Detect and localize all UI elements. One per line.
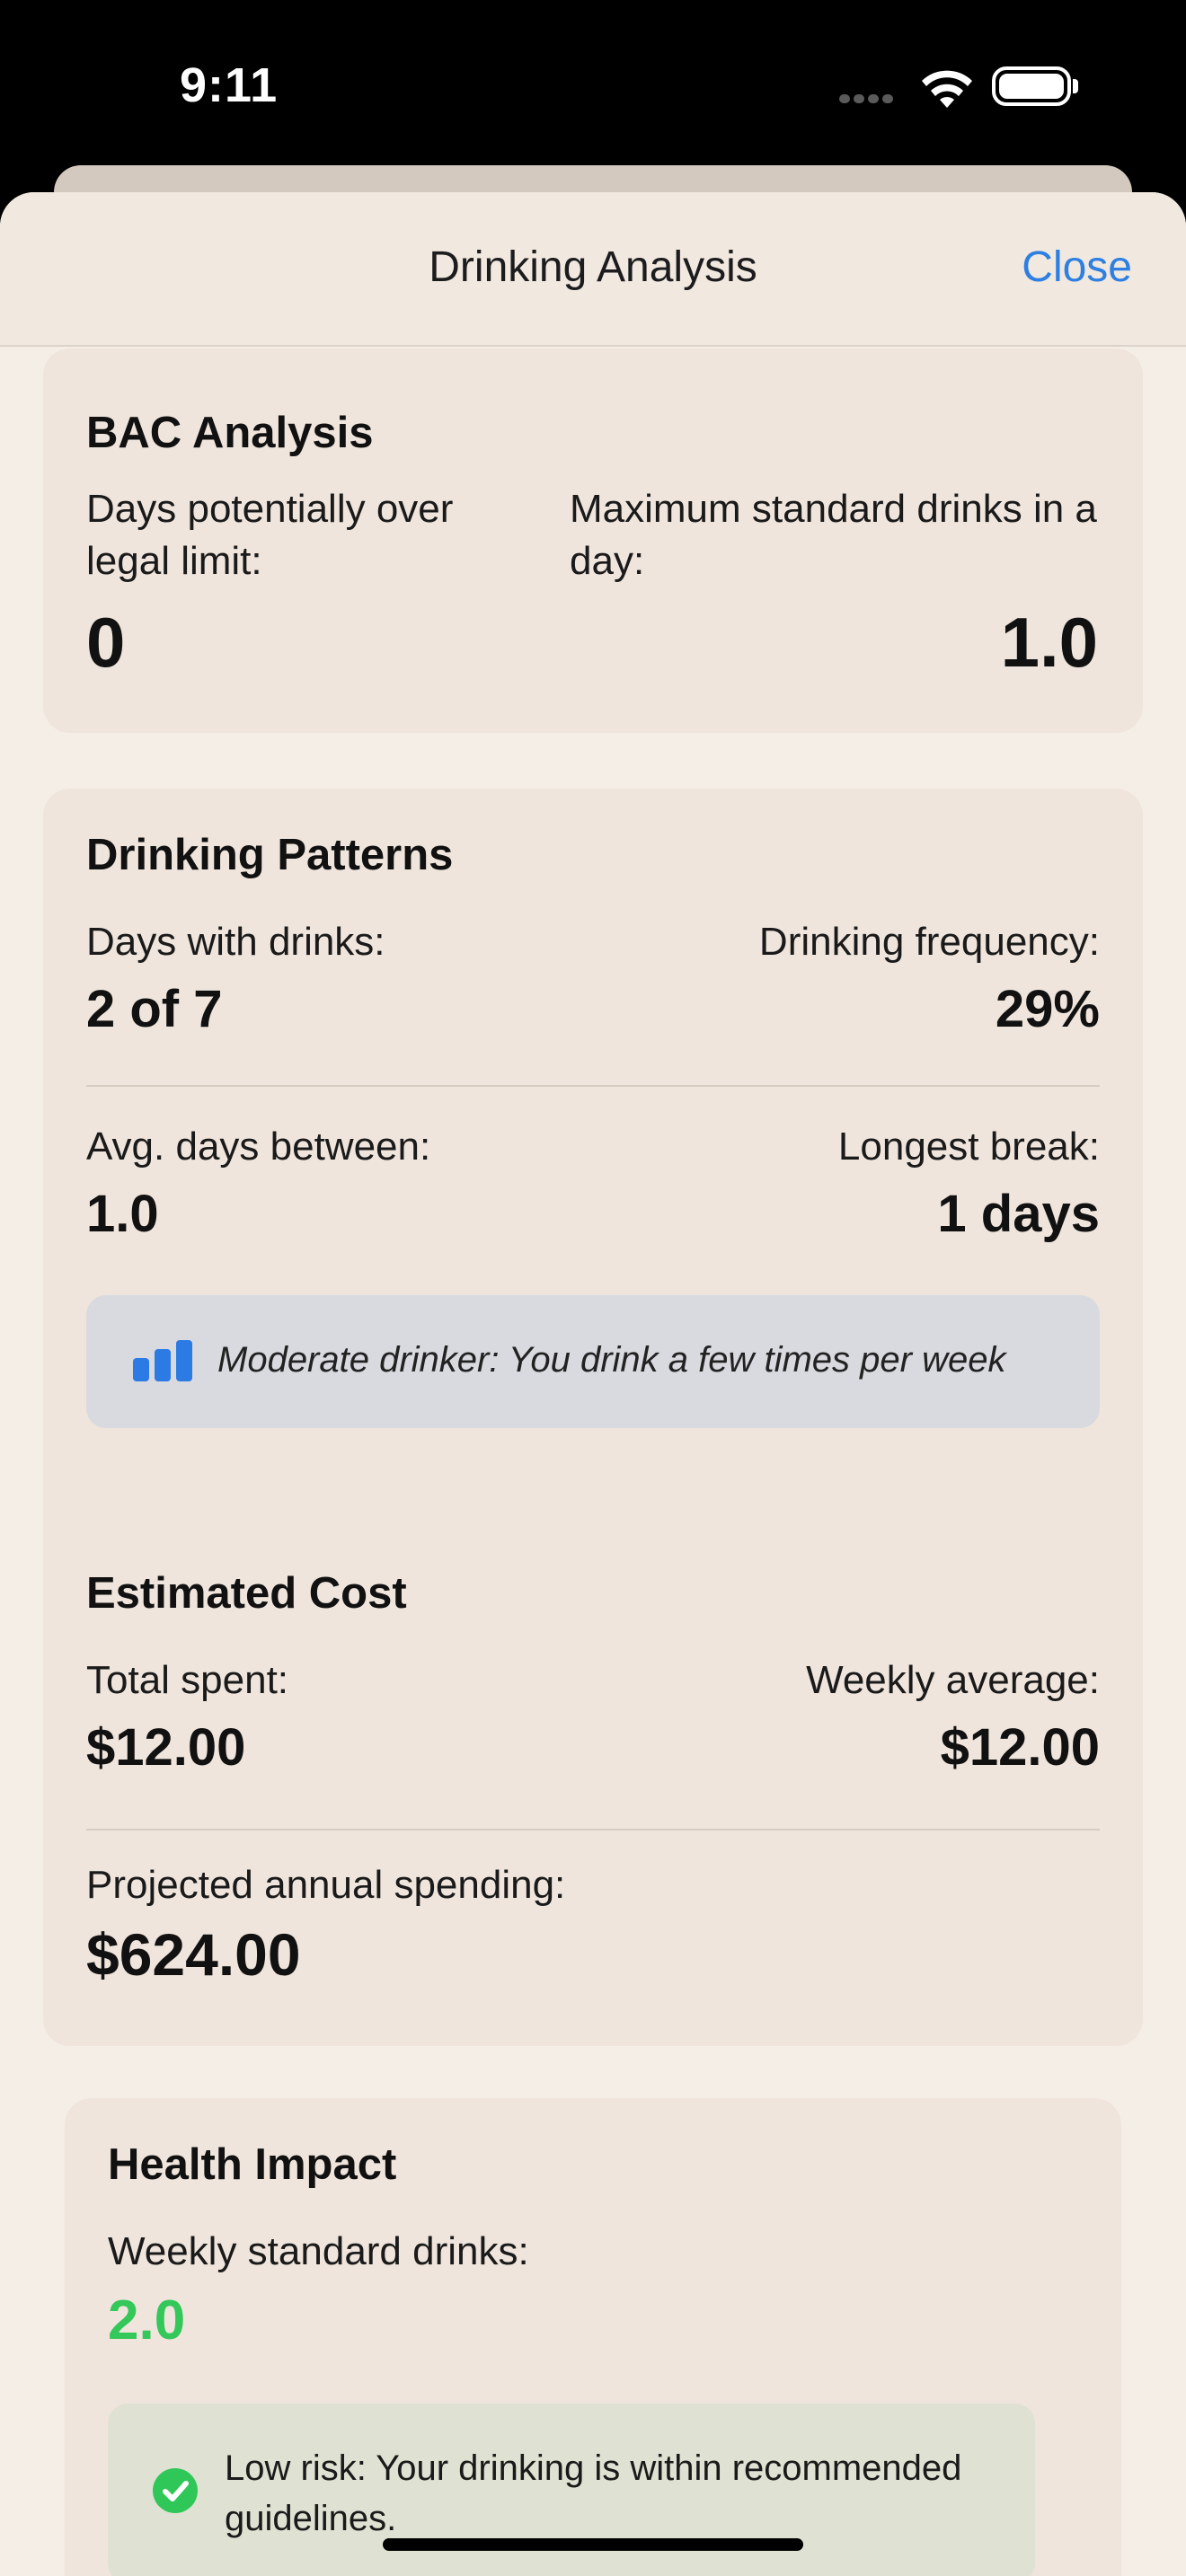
card-title: BAC Analysis: [86, 409, 374, 457]
drinking-frequency-value: 29%: [995, 980, 1100, 1038]
days-with-drinks-value: 2 of 7: [86, 980, 223, 1038]
checkmark-circle-icon: [153, 2468, 198, 2513]
status-bar: 9:11: [0, 0, 1186, 171]
weekly-standard-drinks-value: 2.0: [108, 2289, 186, 2351]
projected-annual-value: $624.00: [86, 1921, 301, 1988]
drinking-frequency-label: Drinking frequency:: [758, 920, 1100, 964]
bar-chart-icon: [133, 1340, 192, 1381]
home-indicator[interactable]: [383, 2538, 803, 2551]
status-time: 9:11: [180, 58, 279, 112]
risk-status-text: Low risk: Your drinking is within recomm…: [225, 2448, 962, 2538]
health-impact-card: Health Impact Weekly standard drinks: 2.…: [65, 2098, 1121, 2576]
weekly-average-value: $12.00: [940, 1718, 1100, 1777]
page-title: Drinking Analysis: [429, 243, 757, 291]
bac-analysis-card: BAC Analysis Days potentially over legal…: [43, 348, 1143, 733]
card-title: Estimated Cost: [86, 1569, 407, 1618]
card-title: Health Impact: [108, 2140, 397, 2189]
insight-text: Moderate drinker: You drink a few times …: [217, 1340, 1006, 1380]
drinker-type-insight: Moderate drinker: You drink a few times …: [86, 1295, 1100, 1428]
close-button[interactable]: Close: [1022, 243, 1132, 292]
total-spent-label: Total spent:: [86, 1658, 289, 1702]
estimated-cost-card: Estimated Cost Total spent: $12.00 Weekl…: [43, 1527, 1143, 2046]
avg-days-between-value: 1.0: [86, 1185, 159, 1243]
days-over-limit-label: Days potentially over legal limit:: [86, 487, 454, 583]
analysis-sheet: Drinking Analysis Close BAC Analysis Day…: [0, 192, 1186, 2576]
max-drinks-value: 1.0: [1000, 603, 1098, 682]
weekly-standard-drinks-label: Weekly standard drinks:: [108, 2229, 529, 2273]
longest-break-label: Longest break:: [837, 1125, 1100, 1169]
navigation-bar: Drinking Analysis Close: [0, 192, 1186, 347]
cellular-signal-icon: [839, 92, 902, 104]
projected-annual-label: Projected annual spending:: [86, 1863, 566, 1907]
days-over-limit-value: 0: [86, 603, 126, 682]
divider: [86, 1085, 1100, 1087]
battery-icon: [992, 66, 1071, 106]
longest-break-value: 1 days: [937, 1185, 1100, 1243]
divider: [86, 1829, 1100, 1831]
max-drinks-label: Maximum standard drinks in a day:: [570, 487, 1097, 583]
wifi-icon: [922, 70, 972, 108]
card-title: Drinking Patterns: [86, 831, 454, 879]
avg-days-between-label: Avg. days between:: [86, 1125, 431, 1169]
days-with-drinks-label: Days with drinks:: [86, 920, 385, 964]
total-spent-value: $12.00: [86, 1718, 246, 1777]
weekly-average-label: Weekly average:: [806, 1658, 1100, 1702]
